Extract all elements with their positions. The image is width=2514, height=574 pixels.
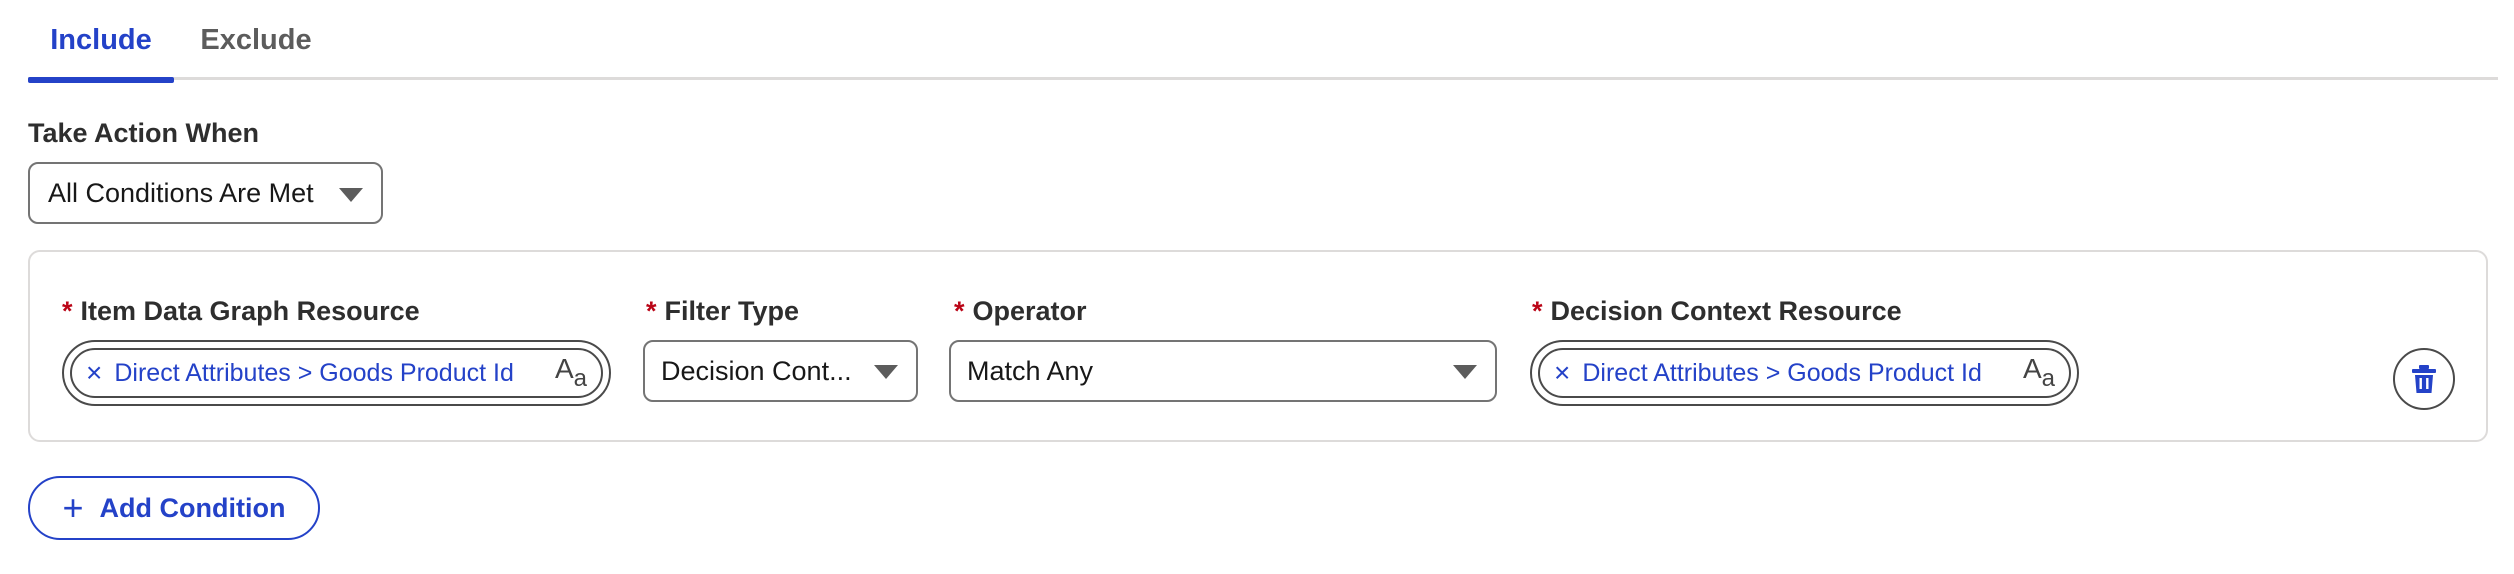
tab-exclude[interactable]: Exclude	[190, 0, 322, 80]
context-resource-field[interactable]: × Direct Attributes > Goods Product Id A…	[1530, 340, 2079, 406]
close-icon[interactable]: ×	[1554, 359, 1570, 387]
text-type-icon: Aa	[554, 353, 587, 392]
required-mark: *	[954, 296, 965, 326]
add-condition-button[interactable]: + Add Condition	[28, 476, 320, 540]
tab-include[interactable]: Include	[28, 0, 174, 83]
operator-select[interactable]: Match Any	[949, 340, 1497, 402]
delete-condition-button[interactable]	[2393, 348, 2455, 410]
chevron-down-icon	[1453, 365, 1477, 379]
chevron-down-icon	[339, 188, 363, 202]
text-type-icon: Aa	[2022, 353, 2055, 392]
context-resource-pill[interactable]: × Direct Attributes > Goods Product Id A…	[1538, 348, 2071, 398]
trash-icon	[2412, 365, 2436, 393]
tab-bar: Include Exclude	[28, 0, 2498, 83]
take-action-select[interactable]: All Conditions Are Met	[28, 162, 383, 224]
add-condition-label: Add Condition	[99, 492, 286, 523]
item-resource-pill[interactable]: × Direct Attributes > Goods Product Id A…	[70, 348, 603, 398]
take-action-value: All Conditions Are Met	[48, 177, 314, 208]
close-icon[interactable]: ×	[86, 359, 102, 387]
filter-type-select[interactable]: Decision Cont...	[643, 340, 918, 402]
filter-conditions-panel: Include Exclude Take Action When All Con…	[0, 0, 2514, 574]
operator-label-text: Operator	[972, 296, 1087, 326]
required-mark: *	[646, 296, 657, 326]
item-resource-label: * Item Data Graph Resource	[62, 296, 420, 327]
operator-label: * Operator	[954, 296, 1087, 327]
plus-icon: +	[62, 487, 84, 528]
context-resource-label-text: Decision Context Resource	[1550, 296, 1902, 326]
chevron-down-icon	[874, 365, 898, 379]
required-mark: *	[1532, 296, 1543, 326]
operator-value: Match Any	[967, 355, 1094, 386]
take-action-label: Take Action When	[28, 118, 260, 148]
item-resource-label-text: Item Data Graph Resource	[80, 296, 420, 326]
context-resource-value: Direct Attributes > Goods Product Id	[1582, 358, 1982, 387]
item-resource-value: Direct Attributes > Goods Product Id	[114, 358, 514, 387]
item-resource-field[interactable]: × Direct Attributes > Goods Product Id A…	[62, 340, 611, 406]
filter-type-value: Decision Cont...	[661, 355, 852, 386]
required-mark: *	[62, 296, 73, 326]
filter-type-label-text: Filter Type	[664, 296, 800, 326]
filter-type-label: * Filter Type	[646, 296, 799, 327]
context-resource-label: * Decision Context Resource	[1532, 296, 1902, 327]
